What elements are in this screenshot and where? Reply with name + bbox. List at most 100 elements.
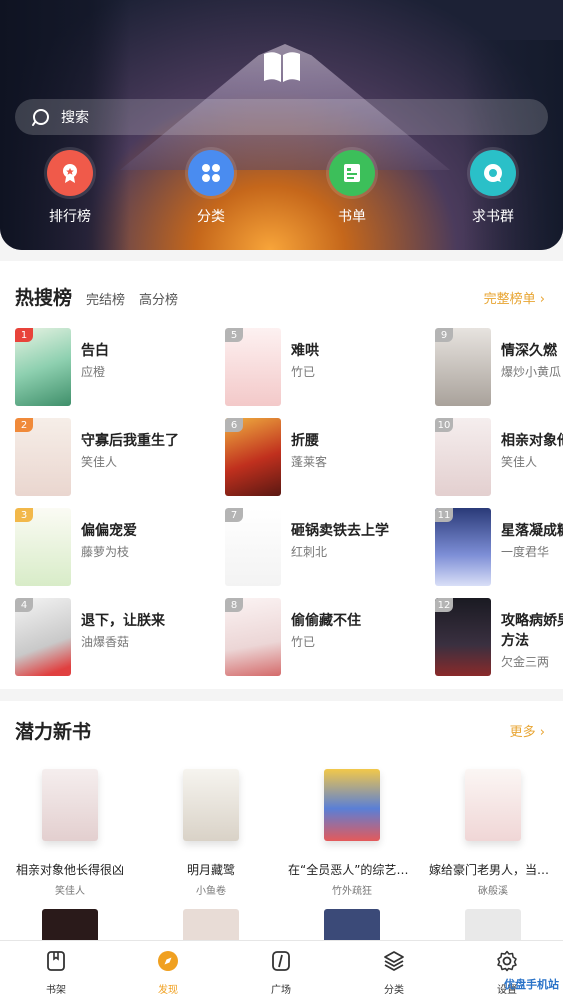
bottom-tab-bar: 书架 发现 广场 分类 设置 优盘手机站 [0,940,563,1000]
book-cover[interactable] [324,909,380,940]
watermark: 优盘手机站 [504,978,559,991]
category-icon [188,150,234,196]
search-placeholder: 搜索 [61,110,89,126]
book-author: 笑佳人 [55,886,85,897]
rank-item[interactable]: 12 攻略病娇男 方法 欠金三两 [435,598,563,678]
ranking-icon [47,150,93,196]
rank-badge: 2 [15,418,33,432]
book-title: 嫁给豪门老男人，当总... [429,863,557,877]
book-author: 砯般溪 [478,886,508,897]
shortcut-group[interactable]: 求书群 [448,150,538,226]
tab-discover[interactable]: 发现 [128,949,208,996]
book-author: 竹外疏狂 [332,886,372,897]
hot-rank-header: 热搜榜 完结榜 高分榜 [15,283,178,310]
book-author: 小鱼卷 [196,886,226,897]
shortcut-label: 求书群 [472,209,514,225]
book-cover: 7 [225,508,281,586]
status-bar [0,0,563,14]
book-cover [465,769,521,841]
booklist-icon [329,150,375,196]
tab-completed[interactable]: 完结榜 [86,289,125,308]
book-author: 蓬莱客 [291,455,328,469]
rank-item[interactable]: 6 折腰 蓬莱客 [225,418,435,498]
book-cover: 3 [15,508,71,586]
book-title: 难哄 [291,343,319,359]
rank-badge: 8 [225,598,243,612]
section-title[interactable]: 热搜榜 [15,283,72,310]
book-cover [42,769,98,841]
discover-page: 搜索 排行榜 分类 书单 求书群 热搜榜 完结榜 高分榜 完整榜单 › 1 告白… [0,0,563,1000]
shortcut-category[interactable]: 分类 [166,150,256,226]
book-title: 情深久燃 [501,343,557,359]
discover-icon [158,951,178,971]
bookshelf-icon [47,951,65,971]
book-author: 藤萝为枝 [81,545,130,559]
rank-badge: 3 [15,508,33,522]
book-title: 退下，让朕来 [81,613,165,629]
tab-square[interactable]: 广场 [241,949,321,996]
hero-banner: 搜索 排行榜 分类 书单 求书群 [0,0,563,250]
book-author: 竹已 [291,365,316,379]
more-label: 更多 [509,725,536,740]
book-cover[interactable] [465,909,521,940]
rank-badge: 5 [225,328,243,342]
rank-item[interactable]: 1 告白 应橙 [15,328,225,408]
rank-item[interactable]: 2 守寡后我重生了 笑佳人 [15,418,225,498]
book-title: 砸锅卖铁去上学 [291,523,389,539]
section-title: 潜力新书 [15,721,92,743]
tab-high-score[interactable]: 高分榜 [139,289,178,308]
rank-badge: 1 [15,328,33,342]
book-cover: 5 [225,328,281,406]
book-author: 红刺北 [291,545,328,559]
book-cover[interactable] [42,909,98,940]
rank-badge: 11 [435,508,453,522]
rank-item[interactable]: 10 相亲对象他 笑佳人 [435,418,563,498]
new-books-section: 潜力新书 更多 › 相亲对象他长得很凶 笑佳人 明月藏鹭 小鱼卷 在“全员恶人”… [0,701,563,940]
rank-badge: 10 [435,418,453,432]
book-cover[interactable] [183,909,239,940]
new-book-item[interactable]: 在“全员恶人”的综艺里... 竹外疏狂 [288,769,416,897]
book-title: 相亲对象他长得很凶 [15,863,124,877]
rank-item[interactable]: 4 退下，让朕来 油爆香菇 [15,598,225,678]
shortcut-label: 分类 [197,209,225,225]
rank-badge: 4 [15,598,33,612]
book-author: 爆炒小黄瓜 [501,365,562,379]
rank-item[interactable]: 5 难哄 竹已 [225,328,435,408]
hot-rank-section: 热搜榜 完结榜 高分榜 完整榜单 › 1 告白 应橙 2 守寡后我重生了 笑佳人… [0,261,563,689]
rank-item[interactable]: 3 偏偏宠爱 藤萝为枝 [15,508,225,588]
shortcut-ranking[interactable]: 排行榜 [25,150,115,226]
book-author: 笑佳人 [81,455,118,469]
new-book-item[interactable]: 嫁给豪门老男人，当总... 砯般溪 [429,769,557,897]
more-link[interactable]: 更多 › [510,721,545,740]
full-rank-link[interactable]: 完整榜单 › [484,288,545,307]
book-cover: 11 [435,508,491,586]
book-author: 应橙 [81,365,106,379]
book-title: 明月藏鹭 [186,863,235,877]
book-title: 守寡后我重生了 [81,433,179,449]
rank-item[interactable]: 9 情深久燃 爆炒小黄瓜 [435,328,563,408]
new-books-header: 潜力新书 [15,717,91,744]
rank-badge: 9 [435,328,453,342]
book-author: 一度君华 [501,545,550,559]
tab-label: 广场 [271,985,291,996]
tab-label: 书架 [46,985,66,996]
rank-badge: 7 [225,508,243,522]
book-title: 告白 [81,343,109,359]
shortcut-booklist[interactable]: 书单 [307,150,397,226]
tab-bookshelf[interactable]: 书架 [16,949,96,996]
book-title: 星落凝成糖 [501,523,563,539]
search-icon [32,109,49,126]
book-logo-icon [264,52,300,82]
new-book-item[interactable]: 相亲对象他长得很凶 笑佳人 [6,769,134,897]
tab-category[interactable]: 分类 [354,949,434,996]
search-bar[interactable]: 搜索 [15,99,548,135]
chat-icon [470,150,516,196]
rank-item[interactable]: 7 砸锅卖铁去上学 红刺北 [225,508,435,588]
shortcut-label: 排行榜 [49,209,91,225]
new-book-item[interactable]: 明月藏鹭 小鱼卷 [147,769,275,897]
rank-item[interactable]: 11 星落凝成糖 一度君华 [435,508,563,588]
book-cover [183,769,239,841]
rank-item[interactable]: 8 偷偷藏不住 竹已 [225,598,435,678]
layers-icon [384,951,404,971]
book-cover: 2 [15,418,71,496]
